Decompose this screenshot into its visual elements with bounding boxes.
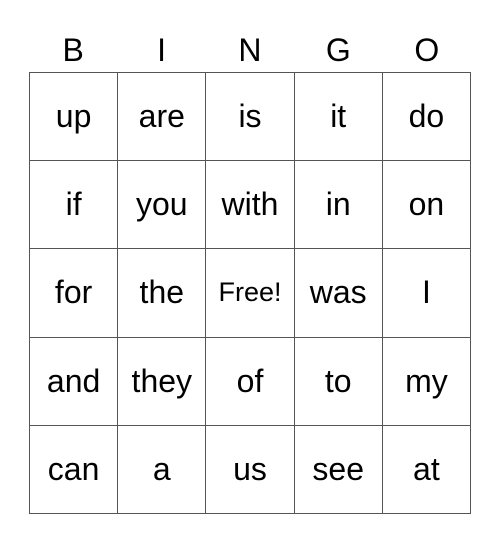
bingo-cell[interactable]: I (382, 249, 471, 338)
bingo-cell[interactable]: for (30, 249, 119, 338)
bingo-cell[interactable]: in (294, 161, 383, 250)
bingo-cell[interactable]: up (30, 73, 119, 162)
bingo-cell[interactable]: it (294, 73, 383, 162)
bingo-cell[interactable]: was (294, 249, 383, 338)
bingo-cell[interactable]: see (294, 425, 383, 514)
bingo-header: B I N G O (29, 28, 471, 72)
bingo-cell[interactable]: my (382, 337, 471, 426)
bingo-cell[interactable]: and (30, 337, 119, 426)
bingo-cell[interactable]: can (30, 425, 119, 514)
bingo-cell[interactable]: they (118, 337, 207, 426)
bingo-cell[interactable]: are (118, 73, 207, 162)
bingo-cell[interactable]: of (206, 337, 295, 426)
bingo-cell[interactable]: to (294, 337, 383, 426)
bingo-cell[interactable]: at (382, 425, 471, 514)
bingo-cell[interactable]: is (206, 73, 295, 162)
bingo-cell[interactable]: you (118, 161, 207, 250)
bingo-grid: up are is it do if you with in on for the Free! was Ia… (29, 72, 471, 514)
bingo-cell[interactable]: do (382, 73, 471, 162)
bingo-cell[interactable]: us (206, 425, 295, 514)
header-letter-g: G (325, 32, 351, 68)
bingo-cell[interactable]: a (118, 425, 207, 514)
bingo-cell[interactable]: the (118, 249, 207, 338)
bingo-cell[interactable]: on (382, 161, 471, 250)
header-letter-o: O (414, 32, 440, 68)
bingo-cell[interactable]: with (206, 161, 295, 250)
header-letter-i: I (157, 32, 167, 68)
free-cell[interactable]: Free! (206, 249, 295, 338)
header-letter-n: N (238, 32, 262, 68)
header-letter-b: B (62, 32, 84, 68)
bingo-cell[interactable]: if (30, 161, 119, 250)
